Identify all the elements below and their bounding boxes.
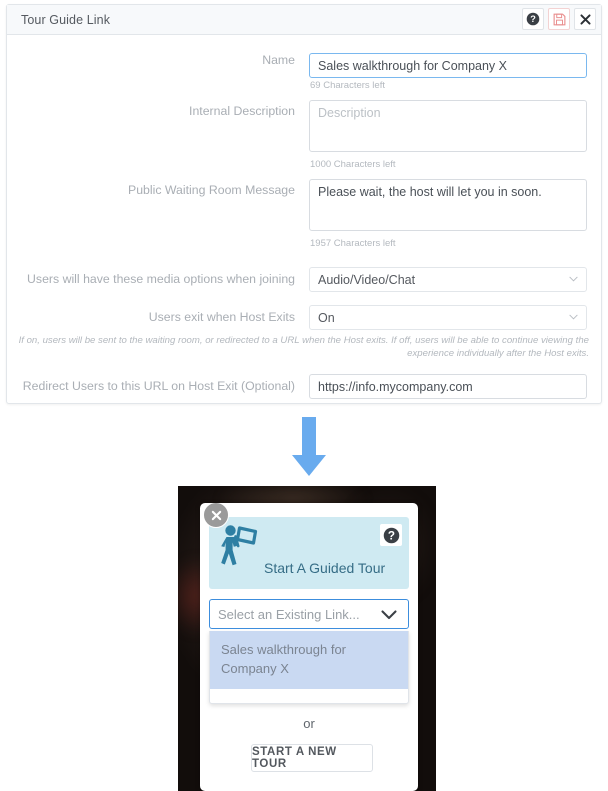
help-icon: ?	[383, 527, 399, 543]
guided-tour-modal: Start A Guided Tour ? Select an Existing…	[200, 503, 418, 791]
label-media-options: Users will have these media options when…	[27, 272, 295, 286]
or-separator-label: or	[303, 716, 315, 731]
tour-help-button[interactable]: ?	[380, 524, 402, 546]
screenshot-root: Tour Guide Link ? Name Sales walkthrough…	[0, 0, 608, 791]
start-new-tour-button[interactable]: START A NEW TOUR	[251, 744, 373, 772]
header-actions: ?	[522, 8, 596, 30]
chevron-down-icon	[381, 610, 397, 620]
label-host-exit: Users exit when Host Exits	[148, 310, 295, 324]
host-exit-value: On	[318, 310, 335, 325]
form-row-name: Name 69 Characters left	[17, 53, 591, 91]
media-options-select[interactable]: Audio/Video/Chat	[309, 267, 587, 292]
start-guided-tour-banner: Start A Guided Tour ?	[209, 517, 409, 589]
panel-header: Tour Guide Link ?	[7, 5, 601, 35]
internal-description-char-count: 1000 Characters left	[310, 159, 396, 170]
close-button[interactable]	[574, 8, 596, 30]
save-icon	[553, 13, 565, 25]
media-options-value: Audio/Video/Chat	[318, 272, 416, 287]
form-row-media-options: Users will have these media options when…	[17, 267, 591, 292]
guided-tour-app-screenshot: Start A Guided Tour ? Select an Existing…	[178, 486, 436, 791]
existing-link-select[interactable]: Select an Existing Link...	[209, 599, 409, 629]
tour-guide-icon	[218, 524, 266, 575]
redirect-url-input[interactable]	[309, 374, 587, 399]
page-title: Tour Guide Link	[21, 12, 111, 27]
host-exit-helper-text: If on, users will be sent to the waiting…	[18, 335, 589, 359]
tour-banner-label: Start A Guided Tour	[264, 560, 386, 576]
label-waiting-room-message: Public Waiting Room Message	[128, 183, 295, 197]
close-icon	[579, 13, 591, 25]
waiting-room-message-char-count: 1957 Characters left	[310, 238, 396, 249]
form-row-host-exit: Users exit when Host Exits On	[17, 305, 591, 330]
tour-guide-link-panel: Tour Guide Link ? Name Sales walkthrough…	[6, 4, 602, 404]
save-button[interactable]	[548, 8, 570, 30]
close-icon	[211, 510, 221, 520]
label-internal-description: Internal Description	[189, 104, 295, 118]
form-row-redirect-url: Redirect Users to this URL on Host Exit …	[17, 374, 591, 399]
help-icon: ?	[526, 12, 540, 26]
modal-close-button[interactable]	[203, 503, 229, 528]
existing-link-placeholder: Select an Existing Link...	[218, 606, 360, 622]
panel-body: Name 69 Characters left Internal Descrip…	[7, 35, 601, 399]
internal-description-textarea[interactable]	[309, 100, 587, 152]
existing-link-dropdown: Sales walkthrough for Company X	[209, 631, 409, 704]
form-row-internal-description: Internal Description 1000 Characters lef…	[17, 100, 591, 170]
label-name: Name	[262, 53, 295, 67]
host-exit-select[interactable]: On	[309, 305, 587, 330]
down-arrow-icon	[289, 417, 329, 479]
svg-text:?: ?	[530, 14, 536, 24]
help-button[interactable]: ?	[522, 8, 544, 30]
svg-text:?: ?	[387, 529, 394, 542]
dropdown-option[interactable]: Sales walkthrough for Company X	[210, 631, 408, 689]
form-row-waiting-room-message: Public Waiting Room Message 1957 Charact…	[17, 179, 591, 249]
waiting-room-message-textarea[interactable]	[309, 179, 587, 231]
name-char-count: 69 Characters left	[310, 80, 385, 91]
name-input[interactable]	[309, 53, 587, 78]
label-redirect-url: Redirect Users to this URL on Host Exit …	[22, 379, 295, 393]
